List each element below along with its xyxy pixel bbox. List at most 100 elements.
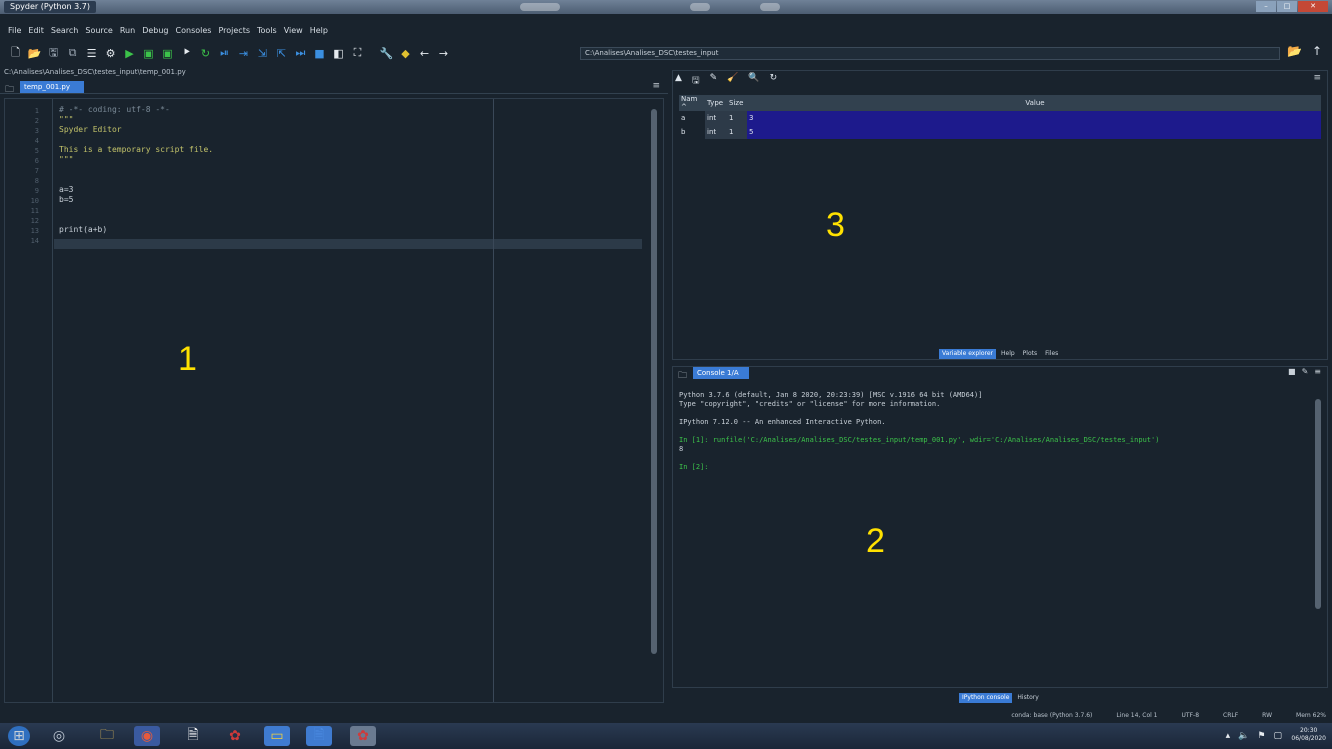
windows-taskbar: ⊞ ◎ 🗀 ◉ 🗎 ✿ ▭ 🗎 ✿ ▴ 🔈 ⚑ ▢ 20:30 06/08/20…: [0, 723, 1332, 749]
code-line[interactable]: Spyder Editor: [59, 125, 122, 134]
menu-item-run[interactable]: Run: [120, 24, 135, 38]
tab-history[interactable]: History: [1014, 693, 1041, 703]
variable-options-icon[interactable]: ≡: [1313, 73, 1321, 83]
save-all-icon[interactable]: ⧉: [65, 46, 80, 61]
code-line[interactable]: print(a+b): [59, 225, 107, 234]
file-explorer-icon[interactable]: 🗀: [94, 726, 120, 746]
spyder-taskbar-icon[interactable]: ✿: [350, 726, 376, 746]
maximize-pane-icon[interactable]: ◧: [331, 46, 346, 61]
word-document-icon[interactable]: 🗎: [306, 726, 332, 746]
minimize-button[interactable]: –: [1256, 1, 1276, 12]
editor-options-icon[interactable]: ≡: [652, 81, 660, 91]
save-data-icon[interactable]: 🖫: [692, 73, 700, 89]
table-row[interactable]: b int 1 5: [679, 125, 1321, 139]
debug-icon[interactable]: ⏯: [217, 46, 232, 61]
forward-arrow-icon[interactable]: →: [436, 46, 451, 61]
step-icon[interactable]: ⇥: [236, 46, 251, 61]
col-header-name[interactable]: Nam ^: [679, 95, 705, 111]
search-icon[interactable]: 🔍: [748, 73, 759, 89]
code-line[interactable]: This is a temporary script file.: [59, 145, 213, 154]
tab-files[interactable]: Files: [1042, 349, 1061, 359]
save-as-icon[interactable]: ✎: [710, 73, 718, 89]
console-scrollbar[interactable]: [1315, 399, 1321, 609]
gear-icon[interactable]: ⚙: [103, 46, 118, 61]
code-line[interactable]: a=3: [59, 185, 73, 194]
remove-all-icon[interactable]: 🧹: [727, 73, 738, 89]
menu-item-projects[interactable]: Projects: [218, 24, 250, 38]
console-output[interactable]: Python 3.7.6 (default, Jan 8 2020, 20:23…: [679, 391, 1313, 472]
steam-icon[interactable]: ◎: [46, 726, 72, 746]
stop-debug-icon[interactable]: ■: [312, 46, 327, 61]
code-line[interactable]: """: [59, 115, 73, 124]
col-header-size[interactable]: Size: [727, 95, 747, 111]
console-tab[interactable]: Console 1/A: [693, 367, 749, 379]
menu-item-source[interactable]: Source: [85, 24, 112, 38]
console-options-icon[interactable]: ≡: [1314, 367, 1321, 376]
close-button[interactable]: ✕: [1298, 1, 1328, 12]
run-cell-icon[interactable]: ▣: [141, 46, 156, 61]
continue-icon[interactable]: ⏭: [293, 46, 308, 61]
list-icon[interactable]: ☰: [84, 46, 99, 61]
tab-ipython-console[interactable]: IPython console: [959, 693, 1013, 703]
open-file-icon[interactable]: 📂: [27, 46, 42, 61]
system-clock[interactable]: 20:30 06/08/2020: [1291, 727, 1326, 743]
stop-kernel-icon[interactable]: ■: [1288, 367, 1296, 376]
var-value[interactable]: 5: [747, 125, 1321, 139]
browse-tabs-icon[interactable]: 🗀: [678, 368, 687, 384]
tab-plots[interactable]: Plots: [1020, 349, 1040, 359]
browse-tabs-icon[interactable]: 🗀: [5, 82, 14, 98]
menu-item-view[interactable]: View: [284, 24, 303, 38]
tab-variable-explorer[interactable]: Variable explorer: [939, 349, 996, 359]
code-line[interactable]: # -*- coding: utf-8 -*-: [59, 105, 170, 114]
rerun-icon[interactable]: ↻: [198, 46, 213, 61]
line-number: 8: [34, 177, 39, 185]
fullscreen-icon[interactable]: ⛶: [350, 46, 365, 61]
flag-icon[interactable]: ⚑: [1257, 731, 1265, 741]
chrome-icon[interactable]: ◉: [134, 726, 160, 746]
show-hidden-icons-icon[interactable]: ▴: [1226, 731, 1231, 741]
save-file-icon[interactable]: 🖫: [46, 46, 61, 61]
wrench-icon[interactable]: 🔧: [379, 46, 394, 61]
menu-item-tools[interactable]: Tools: [257, 24, 277, 38]
volume-icon[interactable]: 🔈: [1238, 731, 1249, 741]
maximize-button[interactable]: □: [1277, 1, 1297, 12]
code-line[interactable]: b=5: [59, 195, 73, 204]
parent-directory-icon[interactable]: ↑: [1312, 44, 1322, 58]
document-icon[interactable]: 🗎: [180, 726, 206, 746]
code-line[interactable]: """: [59, 155, 73, 164]
var-value[interactable]: 3: [747, 111, 1321, 125]
folder-browse-icon[interactable]: 📂: [1287, 44, 1302, 58]
editor-tab[interactable]: temp_001.py: [20, 81, 84, 93]
tab-help[interactable]: Help: [998, 349, 1018, 359]
new-file-icon[interactable]: 🗋: [8, 46, 23, 61]
var-name: a: [681, 114, 686, 122]
network-icon[interactable]: ▢: [1273, 731, 1282, 741]
code-editor[interactable]: 1 2 3 4 5 6 7 8 9 10 11 12 13 14 # -*- coding: utf-8 …: [4, 98, 664, 703]
step-into-icon[interactable]: ⇲: [255, 46, 270, 61]
run-selection-icon[interactable]: ⯈: [179, 46, 194, 61]
menu-item-edit[interactable]: Edit: [28, 24, 44, 38]
console-line: IPython 7.12.0 -- An enhanced Interactiv…: [679, 418, 886, 426]
run-cell-advance-icon[interactable]: ▣: [160, 46, 175, 61]
menu-item-file[interactable]: File: [8, 24, 21, 38]
app-red-icon[interactable]: ✿: [222, 726, 248, 746]
folder-app-icon[interactable]: ▭: [264, 726, 290, 746]
python-path-icon[interactable]: ◆: [398, 46, 413, 61]
import-data-icon[interactable]: ▲: [675, 73, 682, 89]
start-button-icon[interactable]: ⊞: [8, 726, 30, 746]
menu-item-search[interactable]: Search: [51, 24, 78, 38]
run-icon[interactable]: ▶: [122, 46, 137, 61]
back-arrow-icon[interactable]: ←: [417, 46, 432, 61]
col-header-value[interactable]: Value: [747, 95, 1321, 111]
col-header-type[interactable]: Type: [705, 95, 727, 111]
editor-scrollbar[interactable]: [651, 109, 657, 654]
menu-item-debug[interactable]: Debug: [142, 24, 168, 38]
menu-item-help[interactable]: Help: [310, 24, 328, 38]
table-row[interactable]: a int 1 3: [679, 111, 1321, 125]
refresh-icon[interactable]: ↻: [770, 73, 778, 89]
menu-item-consoles[interactable]: Consoles: [176, 24, 212, 38]
clear-console-icon[interactable]: ✎: [1302, 367, 1309, 376]
toolbar-right: 📂 ↑: [1287, 44, 1322, 58]
working-directory-input[interactable]: C:\Analises\Analises_DSC\testes_input: [580, 47, 1280, 60]
step-return-icon[interactable]: ⇱: [274, 46, 289, 61]
